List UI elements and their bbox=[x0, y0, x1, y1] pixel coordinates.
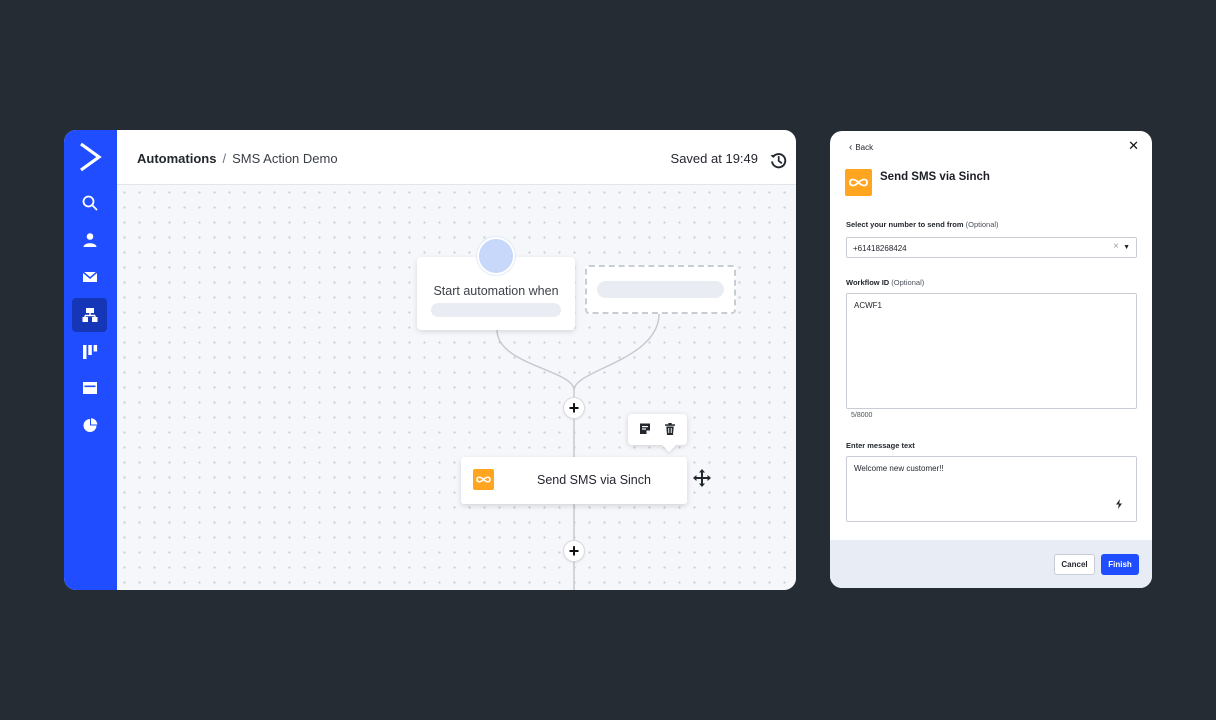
action-title: Send SMS via Sinch bbox=[537, 473, 651, 487]
campaigns-nav[interactable] bbox=[72, 260, 107, 294]
sinch-logo-icon bbox=[845, 169, 872, 196]
workflow-id-value: ACWF1 bbox=[854, 301, 882, 310]
add-trigger-placeholder-bar bbox=[597, 281, 724, 298]
chevron-left-icon: ‹ bbox=[849, 142, 853, 153]
automations-icon bbox=[82, 308, 97, 322]
message-field-label: Enter message text bbox=[846, 441, 915, 450]
send-sms-action-card[interactable]: Send SMS via Sinch bbox=[461, 457, 687, 504]
workflow-field-optional: (Optional) bbox=[891, 278, 925, 287]
message-value: Welcome new customer!! bbox=[854, 464, 944, 473]
history-icon[interactable] bbox=[769, 151, 788, 170]
workflow-field-label: Workflow ID (Optional) bbox=[846, 278, 924, 287]
panel-title: Send SMS via Sinch bbox=[880, 171, 990, 183]
contacts-nav[interactable] bbox=[72, 223, 107, 257]
search-nav[interactable] bbox=[72, 186, 107, 220]
number-field-label: Select your number to send from (Optiona… bbox=[846, 220, 999, 229]
move-icon[interactable] bbox=[692, 468, 712, 488]
clear-icon[interactable]: × bbox=[1113, 242, 1119, 252]
breadcrumb-separator: / bbox=[222, 151, 227, 166]
breadcrumb: Automations / SMS Action Demo bbox=[137, 151, 338, 166]
action-config-panel: ‹ Back ✕ Send SMS via Sinch Select your n… bbox=[830, 131, 1152, 588]
breadcrumb-current: SMS Action Demo bbox=[232, 151, 338, 166]
number-field-optional: (Optional) bbox=[965, 220, 999, 229]
action-toolbar bbox=[628, 414, 687, 445]
message-textarea[interactable]: Welcome new customer!! bbox=[846, 456, 1137, 522]
reports-nav[interactable] bbox=[72, 408, 107, 442]
reports-icon bbox=[83, 418, 97, 432]
trash-icon[interactable] bbox=[662, 421, 678, 437]
number-field-label-text: Select your number to send from bbox=[846, 220, 964, 229]
connector-lines bbox=[496, 313, 660, 590]
number-select-value: +61418268424 bbox=[853, 244, 907, 253]
finish-button[interactable]: Finish bbox=[1101, 554, 1139, 575]
workflow-id-counter: 5/8000 bbox=[851, 412, 873, 419]
panel-footer: Cancel Finish bbox=[830, 540, 1152, 588]
search-icon bbox=[82, 195, 97, 211]
pipelines-nav[interactable] bbox=[72, 335, 107, 369]
workflow-id-textarea[interactable]: ACWF1 bbox=[846, 293, 1137, 409]
website-icon bbox=[82, 382, 97, 394]
contacts-icon bbox=[83, 233, 96, 247]
note-icon[interactable] bbox=[637, 421, 653, 437]
automations-nav[interactable] bbox=[72, 298, 107, 332]
back-label: Back bbox=[855, 143, 874, 152]
add-step-button-1[interactable]: + bbox=[563, 397, 585, 419]
cancel-button[interactable]: Cancel bbox=[1054, 554, 1095, 575]
back-link[interactable]: ‹ Back bbox=[849, 142, 873, 153]
caret-down-icon[interactable]: ▼ bbox=[1123, 244, 1130, 251]
website-nav[interactable] bbox=[72, 371, 107, 405]
number-select[interactable]: +61418268424 × ▼ bbox=[846, 237, 1137, 258]
trigger-icon-placeholder bbox=[477, 237, 515, 275]
automation-builder-window: Automations / SMS Action Demo Saved at 19:… bbox=[64, 130, 796, 590]
sinch-icon bbox=[473, 469, 494, 490]
workflow-canvas[interactable]: Start automation when + Send SMS via Sin… bbox=[117, 185, 796, 590]
close-icon[interactable]: ✕ bbox=[1128, 139, 1139, 152]
mail-icon bbox=[82, 271, 97, 282]
trigger-placeholder-bar bbox=[431, 303, 561, 317]
add-step-button-2[interactable]: + bbox=[563, 540, 585, 562]
breadcrumb-automations-link[interactable]: Automations bbox=[137, 151, 216, 166]
personalize-bolt-icon[interactable] bbox=[1115, 499, 1123, 509]
trigger-title: Start automation when bbox=[433, 284, 559, 298]
pipelines-icon bbox=[82, 345, 97, 359]
top-bar: Automations / SMS Action Demo Saved at 19:… bbox=[117, 130, 796, 185]
saved-status: Saved at 19:49 bbox=[670, 151, 758, 166]
workflow-field-label-text: Workflow ID bbox=[846, 278, 890, 287]
sidebar bbox=[64, 130, 117, 590]
activecampaign-logo-icon[interactable] bbox=[78, 142, 102, 172]
add-trigger-slot[interactable] bbox=[585, 265, 736, 314]
